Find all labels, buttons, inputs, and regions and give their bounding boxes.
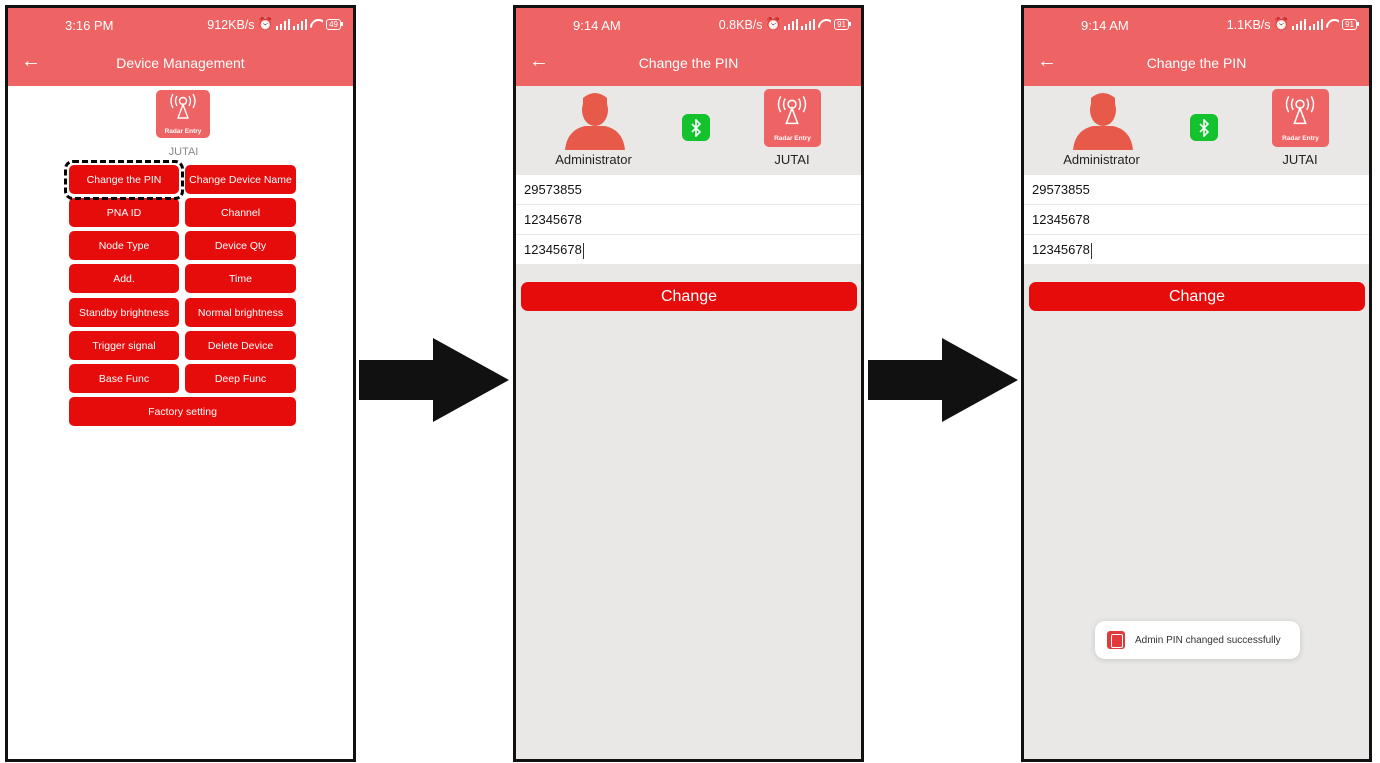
success-toast: Admin PIN changed successfully [1095,621,1300,659]
alarm-icon: ⏰ [1273,17,1290,31]
pna-id-button[interactable]: PNA ID [69,198,179,227]
signal-icon [293,19,308,30]
confirm-pin-value: 12345678 [1032,242,1090,257]
status-bar: 9:14 AM 1.1KB/s ⏰ 91 [1024,8,1369,41]
time-button[interactable]: Time [185,264,296,293]
status-icons: 912KB/s ⏰ 49 [207,17,343,32]
base-func-button[interactable]: Base Func [69,364,179,393]
new-pin-value: 12345678 [524,212,582,227]
bluetooth-icon [1190,114,1218,141]
device-logo: Radar Entry [764,89,821,147]
normal-brightness-button[interactable]: Normal brightness [185,298,296,327]
administrator-label: Administrator [555,152,632,167]
new-pin-value: 12345678 [1032,212,1090,227]
current-pin-field[interactable]: 29573855 [516,175,861,204]
radar-icon [170,93,196,119]
highlight-box [64,160,184,200]
channel-button[interactable]: Channel [185,198,296,227]
change-device-name-button[interactable]: Change Device Name [185,165,296,194]
add-button[interactable]: Add. [69,264,179,293]
battery-icon: 49 [326,19,343,30]
signal-icon [801,19,816,30]
delete-device-button[interactable]: Delete Device [185,331,296,360]
app-bar: ← Device Management [8,41,353,86]
pairing-header: Administrator Radar Entry JUTAI [1024,86,1369,175]
current-pin-field[interactable]: 29573855 [1024,175,1369,204]
app-bar: ← Change the PIN [516,41,861,86]
change-button[interactable]: Change [521,282,857,311]
logo-label: Radar Entry [1282,135,1319,142]
app-icon [1107,631,1125,649]
device-management-screen: 3:16 PM 912KB/s ⏰ 49 ← Device Management… [5,5,356,762]
factory-setting-button[interactable]: Factory setting [69,397,296,426]
status-bar: 3:16 PM 912KB/s ⏰ 49 [8,8,353,41]
pairing-header: Administrator Radar Entry JUTAI [516,86,861,175]
arrow-right-icon [359,338,509,422]
current-pin-value: 29573855 [524,182,582,197]
alarm-icon: ⏰ [765,17,782,31]
confirm-pin-field[interactable]: 12345678 [1024,235,1369,264]
node-type-button[interactable]: Node Type [69,231,179,260]
device-logo: Radar Entry [1272,89,1329,147]
alarm-icon: ⏰ [257,17,274,31]
new-pin-field[interactable]: 12345678 [516,205,861,234]
status-time: 9:14 AM [1081,18,1129,33]
new-pin-field[interactable]: 12345678 [1024,205,1369,234]
wifi-icon [818,19,831,30]
toast-message: Admin PIN changed successfully [1135,634,1281,646]
wifi-icon [1326,19,1339,30]
text-caret [1090,242,1092,259]
signal-icon [784,19,799,30]
battery-icon: 91 [834,19,851,30]
status-bar: 9:14 AM 0.8KB/s ⏰ 91 [516,8,861,41]
device-label: JUTAI [1282,152,1318,167]
page-title: Device Management [116,55,245,71]
change-pin-screen: 9:14 AM 0.8KB/s ⏰ 91 ← Change the PIN Ad… [513,5,864,762]
administrator-label: Administrator [1063,152,1140,167]
logo-label: Radar Entry [164,128,202,135]
device-qty-button[interactable]: Device Qty [185,231,296,260]
text-caret [582,242,584,259]
change-pin-success-screen: 9:14 AM 1.1KB/s ⏰ 91 ← Change the PIN Ad… [1021,5,1372,762]
device-logo: Radar Entry [156,90,210,138]
network-speed: 912KB/s [207,17,255,32]
network-speed: 0.8KB/s [718,17,763,32]
status-time: 3:16 PM [65,18,114,33]
user-avatar-icon [1073,93,1133,150]
app-bar: ← Change the PIN [1024,41,1369,86]
trigger-signal-button[interactable]: Trigger signal [69,331,179,360]
bluetooth-icon [682,114,710,141]
signal-icon [1292,19,1307,30]
device-name: JUTAI [168,146,199,158]
change-button[interactable]: Change [1029,282,1365,311]
logo-label: Radar Entry [774,135,811,142]
device-label: JUTAI [774,152,810,167]
battery-icon: 91 [1342,19,1359,30]
status-icons: 0.8KB/s ⏰ 91 [718,17,851,32]
confirm-pin-value: 12345678 [524,242,582,257]
confirm-pin-field[interactable]: 12345678 [516,235,861,264]
radar-icon [1285,96,1315,125]
current-pin-value: 29573855 [1032,182,1090,197]
radar-icon [777,96,807,125]
wifi-icon [310,19,323,30]
network-speed: 1.1KB/s [1226,17,1271,32]
signal-icon [276,19,291,30]
user-avatar-icon [565,93,625,150]
signal-icon [1309,19,1324,30]
page-title: Change the PIN [1146,55,1247,71]
arrow-right-icon [868,338,1018,422]
status-icons: 1.1KB/s ⏰ 91 [1226,17,1359,32]
standby-brightness-button[interactable]: Standby brightness [69,298,179,327]
deep-func-button[interactable]: Deep Func [185,364,296,393]
page-title: Change the PIN [638,55,739,71]
status-time: 9:14 AM [573,18,621,33]
